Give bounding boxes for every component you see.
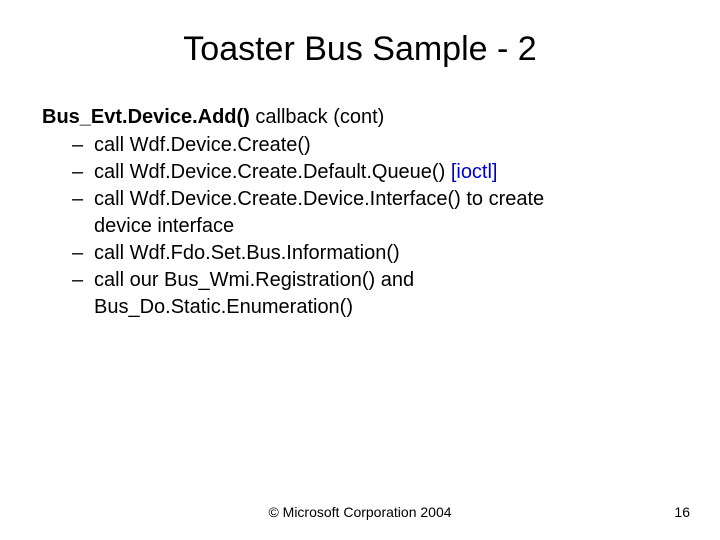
bullet-text: call Wdf.Fdo.Set.Bus.Information() (94, 242, 400, 264)
bullet-item: call our Bus_Wmi.Registration() and (72, 267, 680, 294)
bullet-text: call Wdf.Device.Create() (94, 134, 311, 156)
bullet-continuation: device interface (72, 213, 680, 240)
slide-container: Toaster Bus Sample - 2 Bus_Evt.Device.Ad… (0, 0, 720, 540)
bullet-item: call Wdf.Fdo.Set.Bus.Information() (72, 240, 680, 267)
slide-title: Toaster Bus Sample - 2 (40, 30, 680, 69)
ioctl-annotation: [ioctl] (451, 161, 498, 183)
content-heading: Bus_Evt.Device.Add() callback (cont) (42, 104, 680, 130)
bullet-item: call Wdf.Device.Create.Default.Queue() [… (72, 159, 680, 186)
heading-normal-part: callback (cont) (250, 106, 385, 128)
bullet-continuation: Bus_Do.Static.Enumeration() (72, 294, 680, 321)
page-number: 16 (674, 504, 690, 520)
bullet-text: call Wdf.Device.Create.Device.Interface(… (94, 188, 544, 210)
slide-content: Bus_Evt.Device.Add() callback (cont) cal… (40, 104, 680, 321)
heading-bold-part: Bus_Evt.Device.Add() (42, 106, 250, 128)
bullet-text: call our Bus_Wmi.Registration() and (94, 269, 414, 291)
bullet-item: call Wdf.Device.Create() (72, 132, 680, 159)
bullet-item: call Wdf.Device.Create.Device.Interface(… (72, 186, 680, 213)
footer-copyright: © Microsoft Corporation 2004 (0, 504, 720, 520)
bullet-list: call Wdf.Device.Create() call Wdf.Device… (42, 132, 680, 321)
bullet-text: call Wdf.Device.Create.Default.Queue() (94, 161, 451, 183)
